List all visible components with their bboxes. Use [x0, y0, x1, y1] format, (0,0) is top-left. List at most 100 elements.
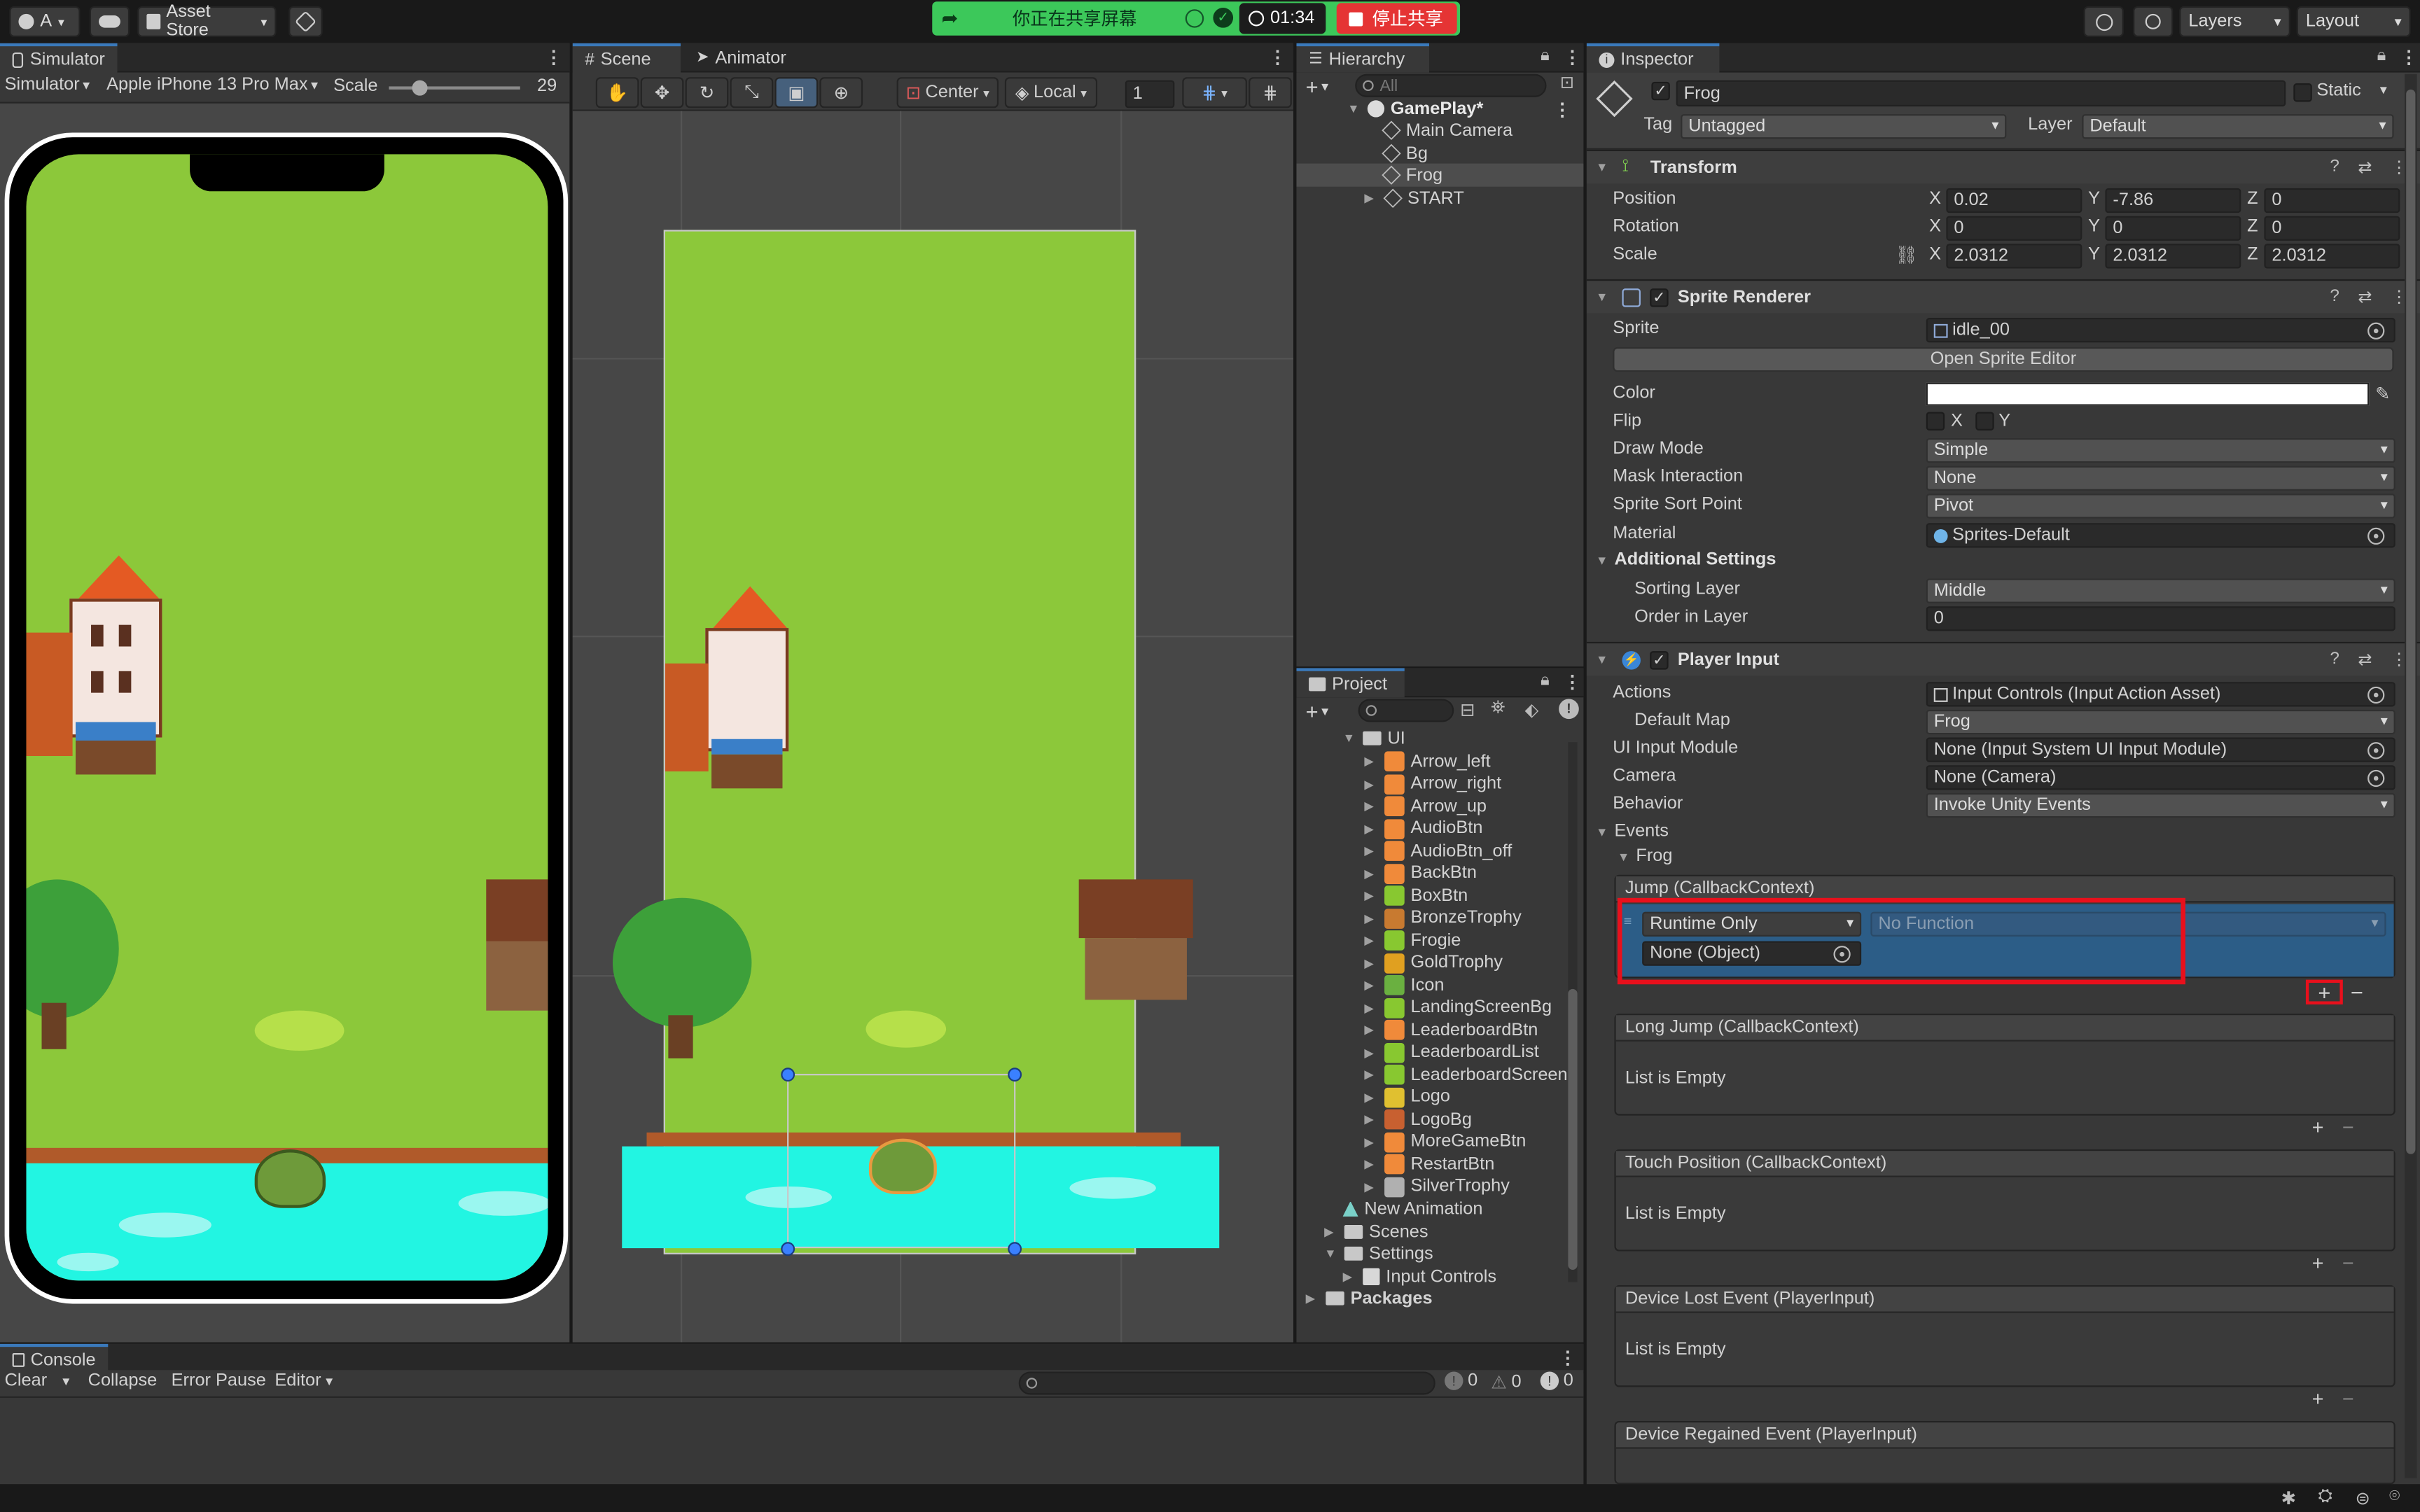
expand-triangle-icon[interactable]: ▶ — [1343, 1270, 1357, 1284]
more-options-icon[interactable]: ⋮ — [1564, 671, 1581, 692]
scale-slider[interactable] — [389, 80, 520, 96]
rect-handle[interactable] — [1008, 1242, 1022, 1256]
cache-icon[interactable]: ⊜ — [2355, 1488, 2370, 1508]
expand-triangle-icon[interactable]: ▶ — [1364, 799, 1378, 813]
project-item[interactable]: ▶ Arrow_up — [1364, 794, 1487, 818]
stop-share-button[interactable]: 停止共享 — [1336, 3, 1457, 34]
tab-project[interactable]: Project — [1296, 668, 1405, 698]
open-sprite-editor-button[interactable]: Open Sprite Editor — [1613, 346, 2394, 372]
asset-store-button[interactable]: Asset Store ▾ — [137, 3, 277, 40]
project-item[interactable]: ▶ GoldTrophy — [1364, 951, 1503, 974]
additional-settings-foldout[interactable]: ▼ Additional Settings — [1596, 551, 1776, 569]
project-item[interactable]: ▶ BronzeTrophy — [1364, 906, 1522, 930]
project-item[interactable]: ▶ LogoBg — [1364, 1108, 1472, 1131]
rect-tool-button[interactable]: ▣ — [774, 77, 819, 108]
rect-handle[interactable] — [781, 1242, 795, 1256]
debug-icon[interactable]: ✱ — [2281, 1488, 2296, 1508]
remove-listener-button[interactable]: − — [2342, 1116, 2354, 1139]
more-options-icon[interactable]: ⋮ — [1564, 46, 1581, 68]
error-pause-toggle[interactable]: Error Pause — [172, 1371, 266, 1390]
expand-triangle-icon[interactable]: ▼ — [1596, 553, 1610, 567]
lock-icon[interactable]: 🔒︎ — [1541, 671, 1550, 692]
expand-triangle-icon[interactable]: ▼ — [1347, 102, 1361, 115]
help-icon[interactable]: ? — [2330, 650, 2339, 670]
account-button[interactable]: A ▾ — [9, 6, 81, 37]
inspector-scrollbar[interactable] — [2404, 74, 2417, 1478]
hierarchy-add-button[interactable]: + ▾ — [1306, 73, 1328, 101]
hierarchy-item[interactable]: Main Camera — [1382, 119, 1512, 142]
flip-y-checkbox[interactable] — [1975, 412, 1994, 430]
scene-viewport[interactable] — [572, 111, 1294, 1343]
tab-animator[interactable]: ➤ Animator — [683, 43, 807, 73]
layout-dropdown[interactable]: Layout ▾ — [2296, 6, 2411, 37]
project-item[interactable]: ▶ Logo — [1364, 1086, 1450, 1109]
scrollbar-thumb[interactable] — [1568, 988, 1578, 1270]
preset-icon[interactable]: ⇄ — [2358, 158, 2372, 177]
draw-mode-dropdown[interactable]: Simple ▾ — [1926, 438, 2395, 463]
remove-listener-button[interactable]: − — [2342, 1252, 2354, 1275]
collapse-toggle[interactable]: Collapse — [88, 1371, 158, 1390]
project-item[interactable]: ▶ LeaderboardScreen — [1364, 1063, 1568, 1086]
project-add-button[interactable]: + ▾ — [1306, 699, 1328, 723]
expand-triangle-icon[interactable]: ▶ — [1364, 1090, 1378, 1104]
add-listener-button-highlighted[interactable]: + — [2305, 979, 2343, 1004]
expand-triangle-icon[interactable]: ▶ — [1306, 1292, 1320, 1306]
hierarchy-scene-root[interactable]: ▼ GamePlay* ⋮ — [1296, 97, 1583, 120]
expand-triangle-icon[interactable]: ▼ — [1618, 849, 1632, 863]
project-item[interactable]: ▶ RestartBtn — [1364, 1152, 1494, 1175]
flip-x-checkbox[interactable] — [1926, 412, 1945, 430]
project-packages[interactable]: ▶ Packages — [1306, 1287, 1433, 1310]
default-map-dropdown[interactable]: Frog ▾ — [1926, 709, 2395, 735]
expand-triangle-icon[interactable]: ▼ — [1343, 732, 1357, 746]
preset-icon[interactable]: ⇄ — [2358, 287, 2372, 307]
expand-triangle-icon[interactable]: ▶ — [1364, 191, 1378, 205]
expand-triangle-icon[interactable]: ▶ — [1324, 1225, 1338, 1239]
scale-slider-handle[interactable] — [412, 80, 428, 96]
object-picker-icon[interactable] — [2367, 742, 2385, 760]
preset-icon[interactable]: ⇄ — [2358, 650, 2372, 669]
color-swatch[interactable] — [1926, 382, 2370, 406]
frog-sprite[interactable] — [868, 1138, 937, 1194]
sort-point-dropdown[interactable]: Pivot ▾ — [1926, 493, 2395, 519]
transform-z-field[interactable]: 0 — [2264, 216, 2400, 241]
expand-triangle-icon[interactable]: ▶ — [1364, 777, 1378, 791]
ui-input-module-field[interactable]: None (Input System UI Input Module) — [1926, 737, 2395, 762]
message-count-toggle[interactable]: ! 0 — [1540, 1371, 1573, 1390]
expand-triangle-icon[interactable]: ▶ — [1364, 755, 1378, 769]
project-folder[interactable]: ▶ Scenes — [1324, 1220, 1428, 1243]
project-item[interactable]: ▶ Input Controls — [1343, 1265, 1497, 1288]
layer-dropdown[interactable]: Default ▾ — [2082, 114, 2394, 139]
expand-triangle-icon[interactable]: ▶ — [1364, 1045, 1378, 1059]
clear-button[interactable]: Clear ▾ — [5, 1371, 70, 1390]
expand-triangle-icon[interactable]: ▶ — [1364, 1068, 1378, 1082]
expand-triangle-icon[interactable]: ▶ — [1364, 933, 1378, 947]
console-search-input[interactable] — [1018, 1371, 1435, 1395]
project-folder-ui[interactable]: ▼ UI — [1343, 727, 1405, 750]
project-item[interactable]: ▶ Icon — [1364, 974, 1444, 997]
gameobject-cube-icon[interactable] — [1596, 80, 1633, 118]
editor-target-dropdown[interactable]: Editor ▾ — [274, 1371, 333, 1390]
actions-field[interactable]: Input Controls (Input Action Asset) — [1926, 682, 2395, 707]
snap-increment-button[interactable]: ⋕ — [1249, 77, 1292, 108]
project-item[interactable]: ▶ LeaderboardList — [1364, 1041, 1539, 1064]
expand-triangle-icon[interactable]: ▶ — [1364, 978, 1378, 992]
rect-handle[interactable] — [1008, 1068, 1022, 1082]
project-scrollbar[interactable] — [1568, 742, 1578, 1282]
scale-tool-button[interactable]: ⤡ — [730, 77, 774, 108]
project-folder[interactable]: ▼ Settings — [1324, 1242, 1433, 1265]
grid-snap-button[interactable]: ⋕ ▾ — [1182, 77, 1247, 108]
tag-icon[interactable]: ⬖ — [1525, 699, 1539, 720]
behavior-dropdown[interactable]: Invoke Unity Events ▾ — [1926, 792, 2395, 818]
project-item[interactable]: ▶ SilverTrophy — [1364, 1175, 1510, 1198]
remove-listener-button[interactable]: − — [2342, 1387, 2354, 1410]
expand-triangle-icon[interactable]: ▶ — [1364, 844, 1378, 858]
search-by-type-icon[interactable]: ⊟ — [1460, 699, 1475, 720]
tab-console[interactable]: Console — [0, 1343, 109, 1373]
project-item[interactable]: ▶ Frogie — [1364, 929, 1461, 952]
more-options-icon[interactable]: ⋮ — [1559, 1347, 1576, 1368]
hierarchy-item[interactable]: ▶ START — [1364, 187, 1464, 210]
object-picker-icon[interactable] — [2367, 686, 2385, 704]
component-enabled-checkbox[interactable]: ✓ — [1650, 288, 1669, 307]
active-checkbox[interactable]: ✓ — [1651, 81, 1670, 101]
add-listener-button[interactable]: + — [2312, 1387, 2324, 1410]
